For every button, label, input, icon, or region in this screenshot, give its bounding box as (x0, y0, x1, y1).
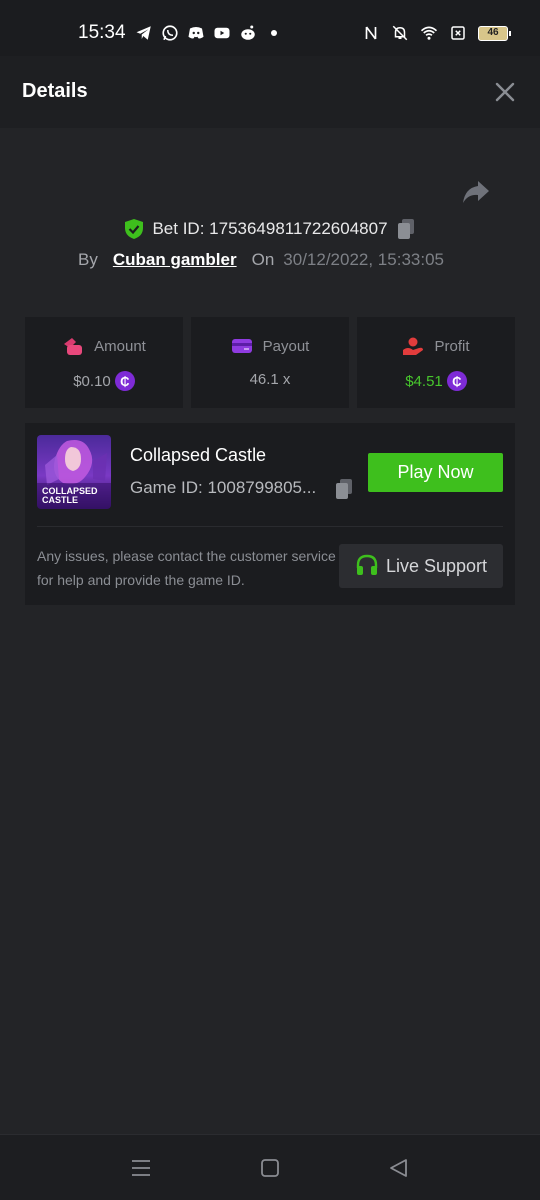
username-link[interactable]: Cuban gambler (113, 250, 237, 270)
battery-icon: 46 (478, 25, 511, 41)
live-support-label: Live Support (385, 555, 488, 576)
telegram-icon (136, 26, 151, 40)
wifi-icon (420, 26, 438, 40)
stat-amount-value: $0.10 (73, 372, 111, 390)
whatsapp-icon (162, 25, 178, 41)
stat-payout-label: Payout (262, 337, 310, 355)
page-title: Details (22, 80, 88, 102)
stat-payout: Payout 46.1 x (191, 317, 349, 408)
battery-level: 46 (487, 27, 499, 38)
play-now-button[interactable]: Play Now (368, 453, 503, 492)
money-bag-icon (64, 338, 83, 355)
bell-muted-icon (392, 25, 408, 41)
menu-icon[interactable] (129, 1156, 153, 1180)
game-name: Collapsed Castle (130, 445, 267, 465)
bet-id-row: Bet ID: 1753649811722604807 (0, 216, 540, 242)
profit-hand-icon (403, 337, 424, 355)
coin-icon: ₵ (114, 371, 135, 391)
bet-meta-row: By Cuban gambler On 30/12/2022, 15:33:05 (78, 250, 444, 270)
stat-amount-label: Amount (94, 337, 146, 355)
close-icon[interactable] (494, 81, 516, 103)
bet-id: Bet ID: 1753649811722604807 (152, 219, 388, 238)
nfc-icon (365, 26, 377, 40)
system-icons: 46 (362, 24, 511, 42)
stat-amount: Amount $0.10 ₵ (25, 317, 183, 408)
status-time: 15:34 (78, 22, 126, 43)
bet-date: 30/12/2022, 15:33:05 (283, 250, 444, 269)
game-thumbnail[interactable]: COLLAPSED CASTLE (37, 435, 111, 509)
more-notifications-dot (271, 30, 277, 36)
stat-profit: Profit $4.51 ₵ (357, 317, 515, 408)
copy-bet-id-icon[interactable] (396, 218, 416, 240)
stat-payout-value: 46.1 x (249, 371, 291, 388)
back-icon[interactable] (387, 1156, 411, 1180)
bet-stats: Amount $0.10 ₵ Payout 46.1 x Profit $4.5… (25, 317, 515, 408)
stat-profit-label: Profit (434, 337, 470, 355)
by-label: By (78, 250, 98, 269)
verified-shield-icon (125, 219, 144, 239)
system-nav-bar (0, 1134, 540, 1200)
home-icon[interactable] (258, 1156, 282, 1180)
game-card: COLLAPSED CASTLE Collapsed Castle Game I… (25, 423, 515, 605)
thumbnail-title-line2: CASTLE (42, 495, 78, 505)
copy-game-id-icon[interactable] (334, 478, 354, 500)
headset-icon (356, 554, 378, 575)
reddit-icon (241, 25, 255, 40)
youtube-icon (214, 27, 230, 39)
status-bar: 15:34 46 (0, 0, 540, 56)
support-help-text: Any issues, please contact the customer … (37, 548, 336, 588)
on-label: On (251, 250, 275, 269)
no-sim-icon (451, 26, 465, 40)
share-icon[interactable] (462, 179, 490, 205)
notification-icons (135, 24, 277, 42)
discord-icon (188, 27, 204, 39)
card-icon (231, 339, 252, 353)
coin-icon: ₵ (446, 371, 467, 391)
live-support-button[interactable]: Live Support (339, 544, 503, 588)
details-header: Details (0, 56, 540, 128)
game-id: Game ID: 1008799805... (130, 478, 317, 497)
stat-profit-value: $4.51 (405, 372, 443, 390)
divider (37, 526, 503, 527)
